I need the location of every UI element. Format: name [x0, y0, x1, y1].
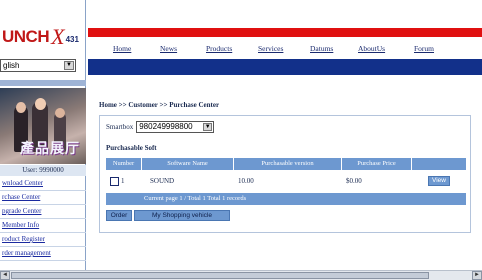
chevron-down-icon[interactable]: ▼	[203, 123, 213, 131]
nav-news[interactable]: News	[160, 44, 177, 53]
smartbox-value: 980249998800	[139, 122, 193, 131]
cell-version: 10.00	[238, 177, 254, 185]
scroll-right-icon[interactable]: ►	[472, 271, 482, 280]
sidebar-item-upgrade-center[interactable]: pgrade Center	[0, 205, 86, 219]
col-action	[412, 158, 466, 170]
shopping-vehicle-button[interactable]: My Shopping vehicle	[134, 210, 230, 221]
breadcrumb: Home >> Customer >> Purchase Center	[99, 101, 220, 109]
table-header: Number Software Name Purchasable version…	[106, 158, 466, 170]
showroom-photo: 產品展厅	[0, 88, 86, 164]
cell-action: View	[412, 176, 466, 186]
left-sidebar: UNCH X 431 glish ▼ 產品展厅 User: 9990000 wn…	[0, 0, 86, 280]
nav-home[interactable]: Home	[113, 44, 131, 53]
smartbox-row: Smartbox 980249998800 ▼	[106, 121, 215, 133]
row-checkbox[interactable]	[110, 176, 119, 186]
nav-about-us[interactable]: AboutUs	[358, 44, 385, 53]
smartbox-label: Smartbox	[106, 123, 134, 131]
logo-brand: UNCH	[2, 27, 50, 46]
user-id-label: User: 9990000	[0, 165, 86, 176]
top-nav: Home News Products Services Datums About…	[88, 40, 482, 58]
action-buttons: Order My Shopping vehicle	[106, 210, 232, 221]
language-select[interactable]: glish ▼	[0, 59, 76, 72]
sidebar-item-download-center[interactable]: wnload Center	[0, 177, 86, 191]
nav-forum[interactable]: Forum	[414, 44, 434, 53]
col-purchasable-version: Purchasable version	[234, 158, 342, 170]
col-software-name: Software Name	[142, 158, 234, 170]
logo-model: 431	[65, 35, 79, 44]
col-number: Number	[106, 158, 142, 170]
sidebar-item-order-management[interactable]: rder management	[0, 247, 86, 261]
sidebar-item-member-info[interactable]: Member Info	[0, 219, 86, 233]
table-row: 1 SOUND 10.00 $0.00 View	[106, 173, 466, 189]
scroll-left-icon[interactable]: ◄	[0, 271, 10, 280]
cell-price: $0.00	[346, 177, 362, 185]
pagination-info: Current page 1 / Total 1 Total 1 records	[106, 193, 466, 205]
header-red-bar	[88, 28, 482, 37]
photo-caption: 產品展厅	[20, 140, 80, 156]
sidebar-divider	[0, 80, 86, 86]
cell-number: 1	[106, 176, 142, 186]
smartbox-select[interactable]: 980249998800 ▼	[136, 121, 215, 133]
logo-x-mark: X	[51, 24, 65, 49]
header-blue-bar	[88, 59, 482, 75]
order-button[interactable]: Order	[106, 210, 132, 221]
sidebar-menu: wnload Center rchase Center pgrade Cente…	[0, 177, 86, 261]
chevron-down-icon[interactable]: ▼	[64, 61, 74, 70]
language-selected: glish	[3, 61, 20, 70]
logo: UNCH X 431	[2, 24, 82, 50]
section-title: Purchasable Soft	[106, 144, 157, 152]
scrollbar-thumb[interactable]	[11, 272, 429, 279]
nav-datums[interactable]: Datums	[310, 44, 333, 53]
view-button[interactable]: View	[428, 176, 450, 186]
purchase-panel: Smartbox 980249998800 ▼ Purchasable Soft…	[99, 115, 471, 233]
nav-services[interactable]: Services	[258, 44, 283, 53]
horizontal-scrollbar[interactable]: ◄ ►	[0, 270, 482, 280]
cell-software-name: SOUND	[150, 177, 175, 185]
sidebar-item-product-register[interactable]: roduct Register	[0, 233, 86, 247]
col-purchase-price: Purchase Price	[342, 158, 412, 170]
sidebar-item-purchase-center[interactable]: rchase Center	[0, 191, 86, 205]
nav-products[interactable]: Products	[206, 44, 232, 53]
row-number: 1	[121, 176, 125, 185]
